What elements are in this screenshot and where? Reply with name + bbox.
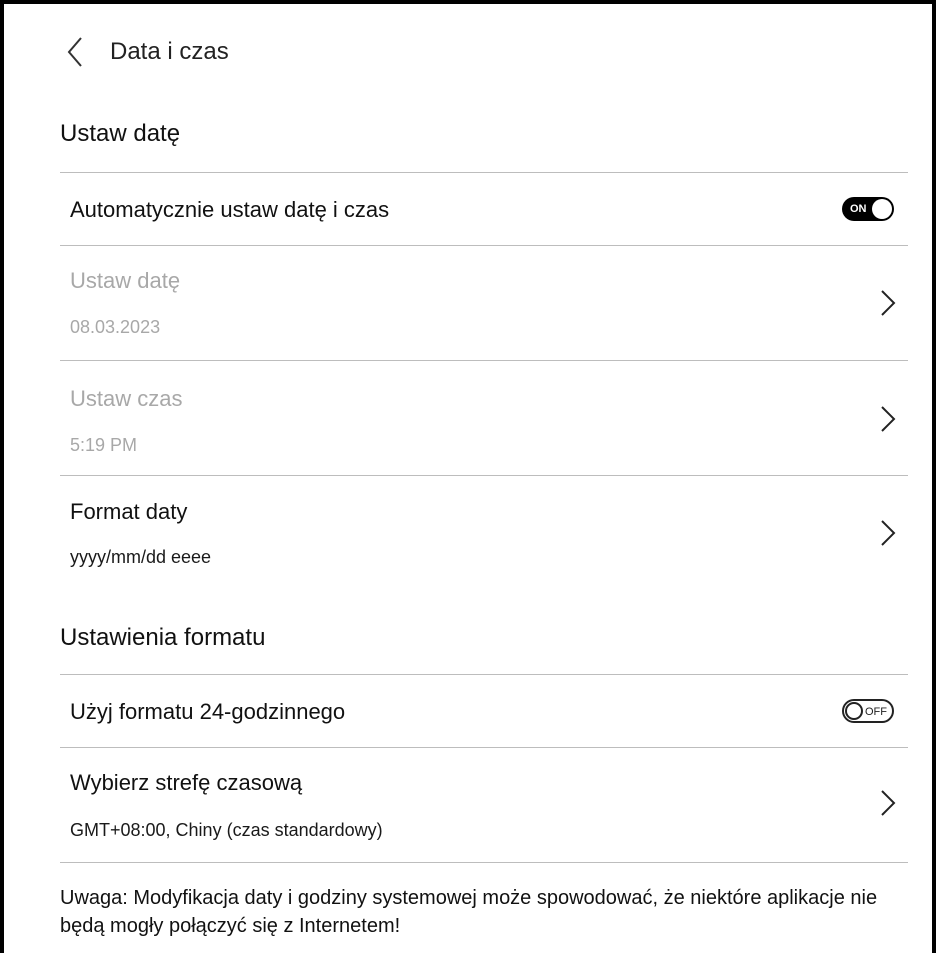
date-format-row[interactable]: Format daty yyyy/mm/dd eeee — [60, 476, 908, 590]
chevron-right-icon — [881, 406, 896, 432]
date-format-value: yyyy/mm/dd eeee — [70, 547, 212, 567]
header: Data i czas — [66, 32, 229, 72]
use-24h-row[interactable]: Użyj formatu 24-godzinnego OFF — [60, 675, 908, 747]
back-button[interactable] — [66, 34, 92, 70]
set-time-row[interactable]: Ustaw czas 5:19 PM — [60, 361, 908, 475]
settings-screen: Data i czas Ustaw datę Automatycznie ust… — [0, 0, 936, 953]
warning-note: Uwaga: Modyfikacja daty i godziny system… — [60, 887, 878, 937]
toggle-off-text: OFF — [865, 706, 887, 718]
set-date-row[interactable]: Ustaw datę 08.03.2023 — [60, 246, 908, 360]
date-format-label: Format daty — [70, 499, 188, 524]
section-title-format: Ustawienia formatu — [60, 624, 266, 651]
divider — [60, 862, 908, 863]
section-title-date: Ustaw datę — [60, 120, 181, 147]
timezone-label: Wybierz strefę czasową — [70, 770, 303, 795]
chevron-right-icon — [881, 290, 896, 316]
chevron-left-icon — [67, 37, 82, 67]
page-title: Data i czas — [110, 38, 229, 65]
timezone-value: GMT+08:00, Chiny (czas standardowy) — [70, 820, 383, 840]
set-time-value: 5:19 PM — [70, 435, 138, 455]
use-24h-toggle[interactable]: OFF — [842, 699, 894, 723]
toggle-on-text: ON — [850, 203, 867, 215]
chevron-right-icon — [881, 790, 896, 816]
set-time-label: Ustaw czas — [70, 386, 183, 411]
toggle-knob — [872, 199, 892, 219]
set-date-value: 08.03.2023 — [70, 317, 161, 337]
auto-datetime-toggle[interactable]: ON — [842, 197, 894, 221]
chevron-right-icon — [881, 520, 896, 546]
set-date-label: Ustaw datę — [70, 268, 181, 293]
auto-datetime-row[interactable]: Automatycznie ustaw datę i czas ON — [60, 173, 908, 245]
timezone-row[interactable]: Wybierz strefę czasową GMT+08:00, Chiny … — [60, 748, 908, 862]
toggle-knob — [845, 702, 863, 720]
auto-datetime-label: Automatycznie ustaw datę i czas — [70, 197, 390, 222]
use-24h-label: Użyj formatu 24-godzinnego — [70, 699, 346, 724]
